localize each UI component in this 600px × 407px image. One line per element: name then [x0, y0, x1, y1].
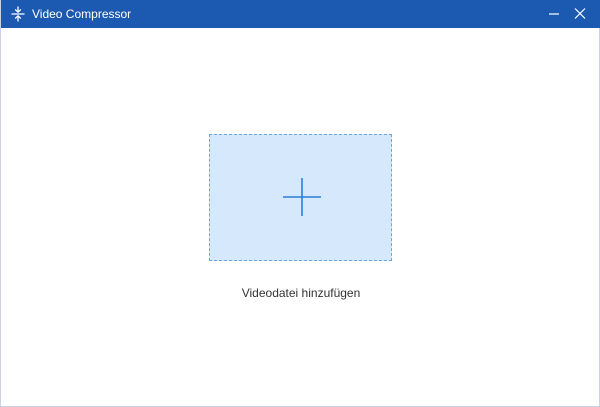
minimize-icon	[549, 13, 559, 15]
close-button[interactable]	[569, 4, 591, 24]
plus-icon	[283, 178, 321, 216]
title-bar[interactable]: Video Compressor	[1, 0, 600, 28]
add-video-label[interactable]: Videodatei hinzufügen	[151, 286, 451, 300]
add-video-drop-zone[interactable]	[209, 134, 392, 261]
close-icon	[574, 8, 586, 19]
app-window: Video Compressor Videodatei hinzufügen	[0, 0, 600, 407]
compress-icon	[10, 6, 26, 22]
minimize-button[interactable]	[543, 4, 565, 24]
window-title: Video Compressor	[32, 7, 132, 21]
